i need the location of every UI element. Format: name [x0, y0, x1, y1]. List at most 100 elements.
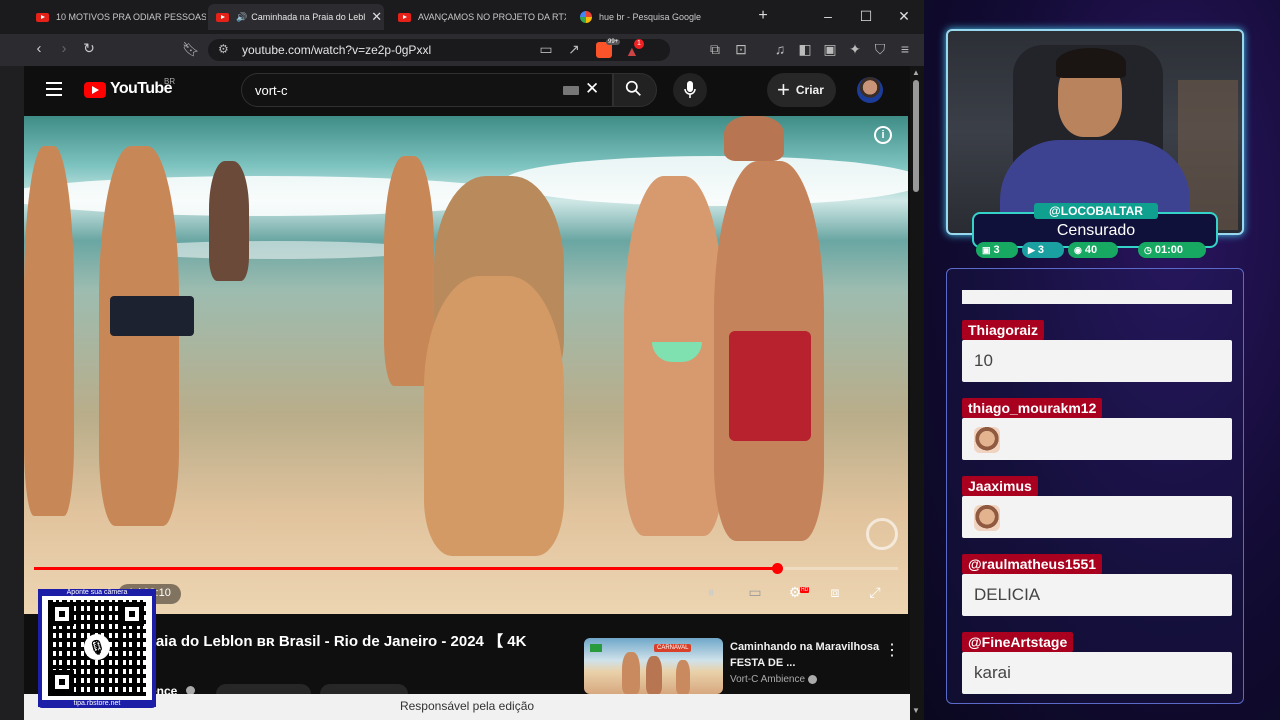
qr-header: Aponte sua câmera: [38, 589, 156, 596]
stat-chat: ▣ 3: [976, 242, 1018, 258]
close-tab-icon[interactable]: ✕: [365, 9, 382, 25]
screenshot-icon[interactable]: ⊡: [732, 41, 750, 58]
recommended-title[interactable]: Caminhando na Maravilhosa FESTA DE ...: [730, 639, 880, 671]
chat-icon: ▣: [982, 245, 991, 255]
recommended-channel[interactable]: Vort-C Ambience: [730, 674, 817, 685]
thumbnail-badge: CARNAVAL: [654, 644, 692, 652]
new-tab-button[interactable]: +: [753, 7, 773, 25]
leo-icon[interactable]: ✦: [846, 41, 864, 58]
video-title: raia do Leblon ʙʀ Brasil - Rio de Janeir…: [150, 633, 527, 650]
flag-icon: [590, 644, 602, 652]
chat-message: DELICIA: [962, 574, 1232, 616]
stat-value: 3: [993, 244, 1000, 256]
tab-1[interactable]: 10 MOTIVOS PRA ODIAR PESSOAS PC: [28, 4, 206, 30]
keyboard-icon[interactable]: [563, 86, 579, 95]
tab-title: Caminhada na Praia do Lebl: [251, 12, 366, 22]
tab-4[interactable]: hue br - Pesquisa Google: [572, 4, 748, 30]
search-icon[interactable]: [625, 80, 642, 97]
wave-shape: [504, 156, 908, 206]
account-avatar[interactable]: [857, 77, 883, 103]
minimize-button[interactable]: –: [818, 8, 838, 24]
back-icon[interactable]: ‹: [29, 40, 49, 57]
share-icon[interactable]: ↗: [565, 41, 583, 58]
site-info-icon[interactable]: ⚙︎: [218, 42, 229, 56]
stat-emote: ◉ 40: [1068, 242, 1118, 258]
person-shape: [646, 656, 662, 694]
search-value[interactable]: vort-c: [255, 83, 288, 98]
qr-finder-pattern: [50, 670, 74, 694]
fullscreen-icon[interactable]: ⤢: [864, 584, 886, 604]
stat-value: 01:00: [1154, 244, 1183, 256]
video-player[interactable]: [24, 116, 908, 614]
extensions-icon[interactable]: ⧉: [706, 41, 724, 58]
vpn-icon[interactable]: ⛉: [871, 41, 889, 58]
tab-strip: 10 MOTIVOS PRA ODIAR PESSOAS PC 🔊 Caminh…: [0, 0, 924, 34]
subtitles-icon[interactable]: ▭: [744, 584, 766, 604]
streamer-username: @LOCOBALTAR: [1034, 203, 1158, 219]
google-icon: [580, 11, 592, 23]
media-icon[interactable]: ♫: [771, 41, 789, 57]
youtube-logo-text[interactable]: YouTube: [110, 80, 172, 98]
stat-timer: ◷ 01:00: [1138, 242, 1206, 258]
plus-icon: +: [777, 77, 790, 102]
create-label: Criar: [795, 83, 824, 97]
audio-icon: 🔊: [236, 11, 248, 22]
tab-title: hue br - Pesquisa Google: [599, 12, 702, 22]
info-icon[interactable]: i: [874, 126, 892, 144]
reload-icon[interactable]: ↻: [79, 40, 99, 57]
search-input[interactable]: [241, 73, 613, 107]
scroll-down-icon[interactable]: ▼: [912, 706, 920, 715]
chat-message-partial: [962, 290, 1232, 304]
person-shape: [209, 161, 249, 281]
close-window-button[interactable]: ✕: [894, 8, 914, 25]
recommended-thumbnail[interactable]: CARNAVAL: [584, 638, 723, 694]
video-icon: ▶: [1028, 245, 1035, 255]
sidebar-icon[interactable]: ◧: [796, 41, 814, 58]
bookmark-icon[interactable]: 🔖︎: [182, 41, 200, 58]
scroll-up-icon[interactable]: ▲: [912, 68, 920, 77]
rewards-badge: 1: [634, 39, 644, 49]
create-button[interactable]: + Criar: [767, 73, 836, 107]
person-shape: [424, 276, 564, 556]
chat-message: karai: [962, 652, 1232, 694]
progress-scrubber[interactable]: [772, 563, 784, 574]
autoplay-toggle-icon[interactable]: ⏸: [700, 584, 722, 604]
scrollbar-thumb[interactable]: [913, 80, 919, 192]
person-shape: [99, 146, 179, 526]
youtube-icon: [216, 12, 229, 22]
wallet-icon[interactable]: ▣: [821, 41, 839, 58]
qr-finder-pattern: [50, 602, 74, 626]
clock-icon: ◷: [1144, 245, 1152, 255]
tab-2[interactable]: 🔊 Caminhada na Praia do Lebl ✕: [208, 4, 384, 30]
menu-icon[interactable]: ≡: [896, 41, 914, 57]
streamer-hair-shape: [1056, 48, 1126, 78]
tab-title: 10 MOTIVOS PRA ODIAR PESSOAS PC: [56, 12, 206, 22]
maximize-button[interactable]: ☐: [856, 8, 876, 25]
cast-icon[interactable]: ▭: [537, 41, 555, 58]
emote-icon: [974, 426, 1000, 453]
chat-message: 10: [962, 340, 1232, 382]
youtube-icon: [398, 12, 411, 22]
region-code: BR: [164, 77, 176, 86]
more-actions-icon[interactable]: ⋮: [884, 640, 900, 660]
url-text[interactable]: youtube.com/watch?v=ze2p-0gPxxl: [242, 43, 431, 57]
shield-badge: 99+: [606, 39, 621, 45]
microphone-icon[interactable]: [684, 80, 696, 100]
tab-3[interactable]: AVANÇAMOS NO PROJETO DA RTX 50: [390, 4, 566, 30]
stream-status: Censurado: [1056, 222, 1136, 239]
stat-value: 3: [1037, 244, 1045, 256]
chat-message: [962, 496, 1232, 538]
theater-mode-icon[interactable]: ⧈: [824, 584, 846, 604]
youtube-logo-icon[interactable]: [84, 82, 106, 98]
channel-watermark-icon[interactable]: [866, 518, 898, 550]
person-shape: [622, 652, 640, 694]
stat-video: ▶ 3: [1022, 242, 1064, 258]
guide-menu-icon[interactable]: [46, 82, 62, 96]
clear-search-icon[interactable]: ✕: [585, 79, 599, 99]
editor-credit-bar: Responsável pela edição: [24, 694, 910, 720]
youtube-icon: [36, 12, 49, 22]
progress-played: [34, 567, 778, 570]
forward-icon[interactable]: ›: [54, 40, 74, 57]
chat-username: @FineArtstage: [962, 632, 1074, 652]
emote-icon: ◉: [1074, 245, 1082, 255]
